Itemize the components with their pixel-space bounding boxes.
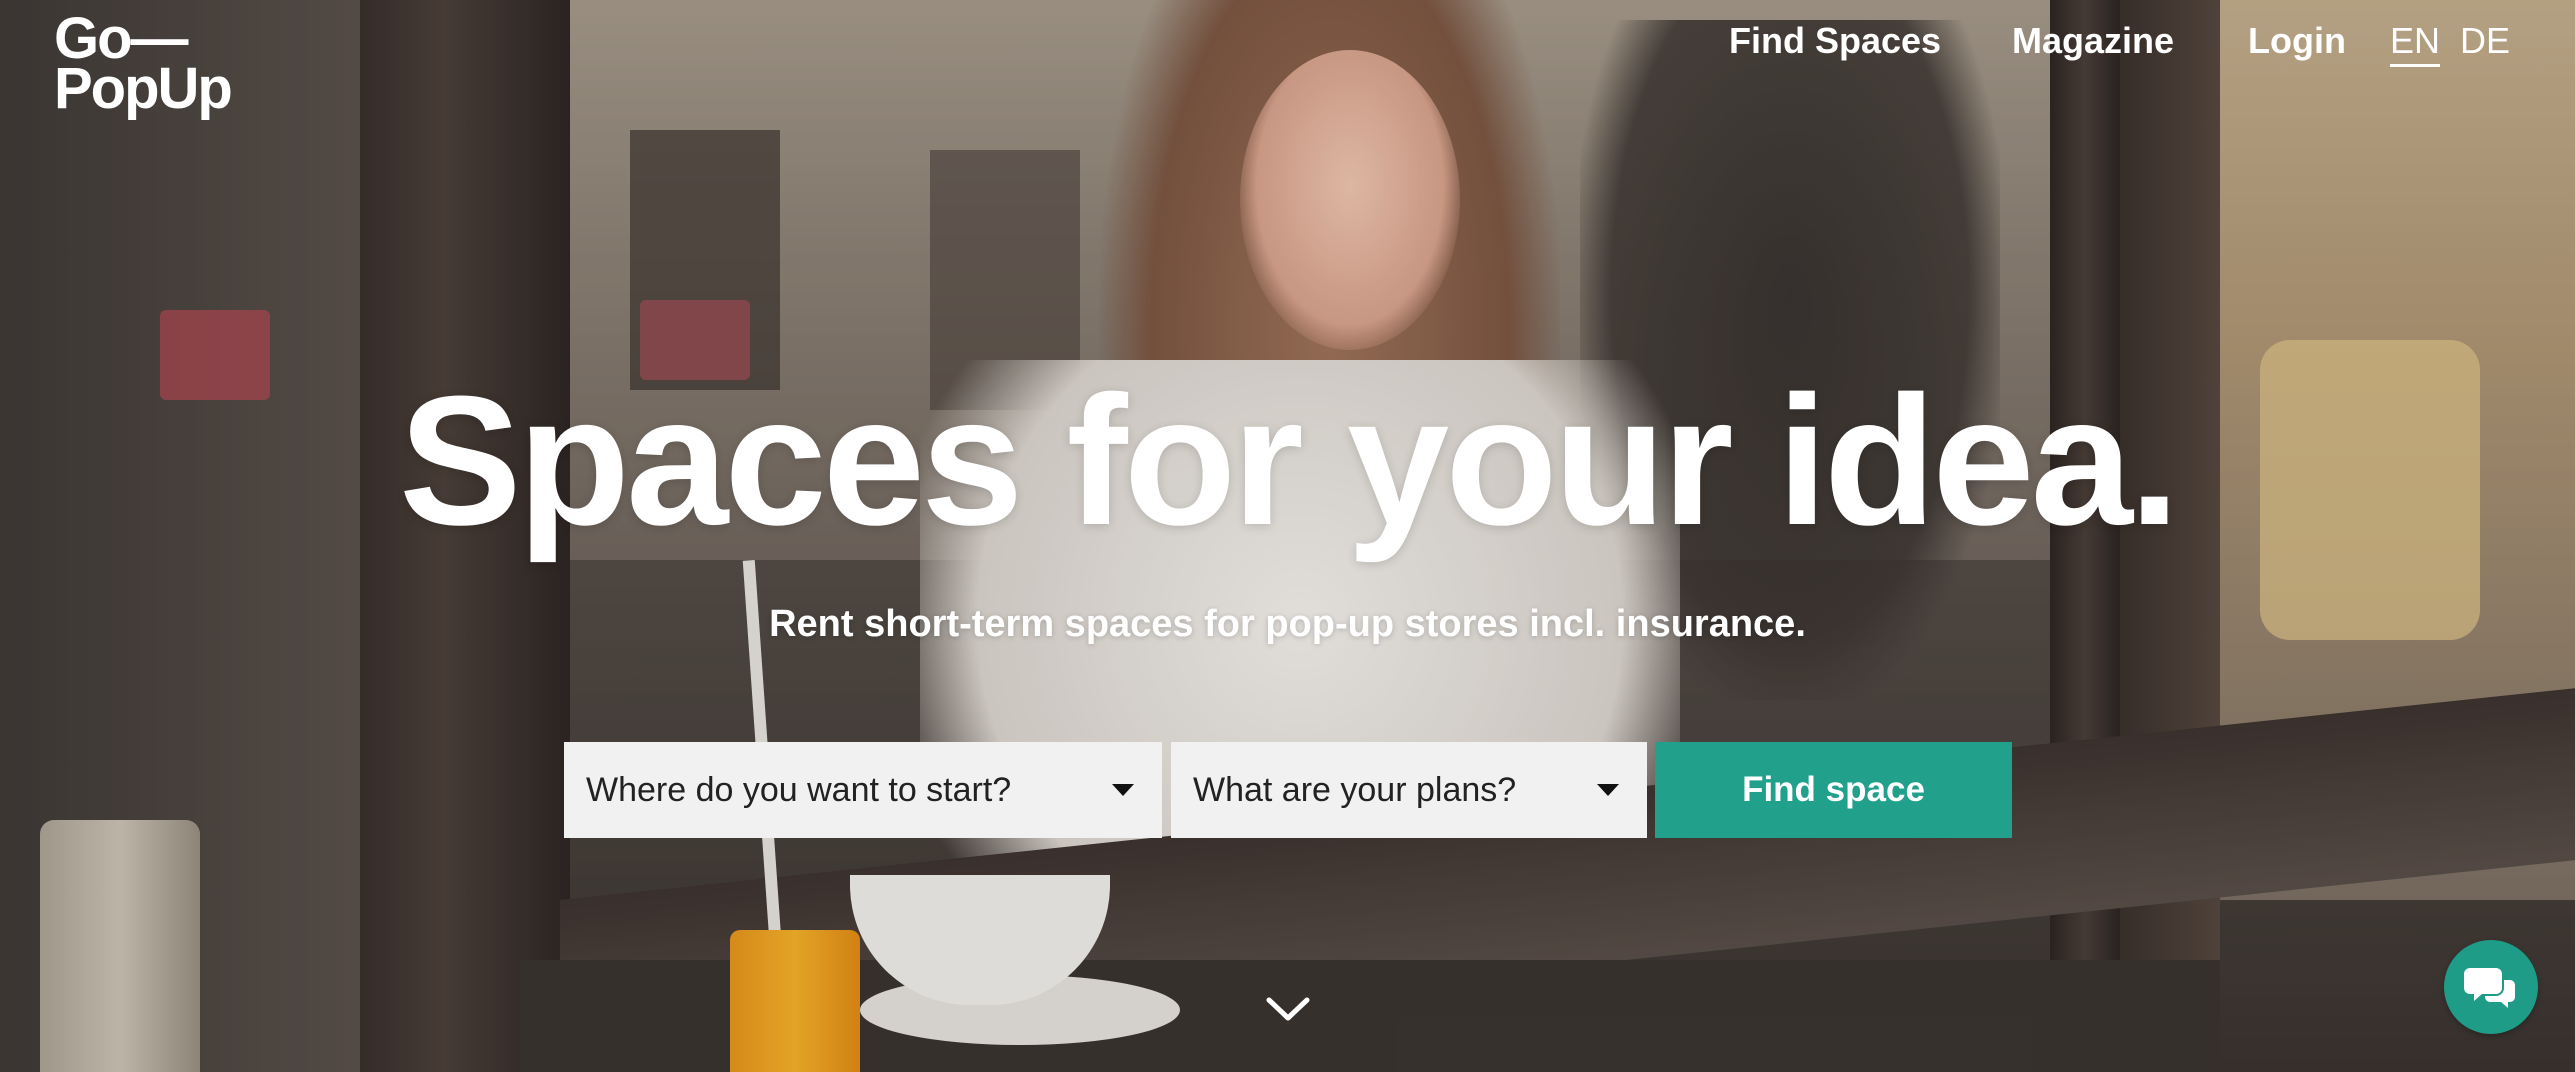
plans-select-label: What are your plans?	[1193, 771, 1517, 809]
plans-select[interactable]: What are your plans?	[1171, 742, 1647, 838]
chat-button[interactable]	[2444, 940, 2538, 1034]
chevron-down-icon[interactable]	[1265, 994, 1311, 1024]
language-en[interactable]: EN	[2390, 20, 2441, 67]
gopopup-logo[interactable]: Go— PopUp	[54, 10, 233, 121]
nav-magazine[interactable]: Magazine	[2012, 20, 2174, 62]
nav-find-spaces[interactable]: Find Spaces	[1729, 20, 1941, 62]
hero-headline: Spaces for your idea.	[398, 357, 2180, 563]
location-select-label: Where do you want to start?	[586, 771, 1012, 809]
find-space-button[interactable]: Find space	[1655, 742, 2012, 838]
chat-bubbles-icon	[2464, 968, 2515, 1008]
location-select[interactable]: Where do you want to start?	[564, 742, 1162, 838]
caret-down-icon	[1112, 784, 1134, 796]
logo-line-2: PopUp	[54, 56, 233, 121]
nav-login[interactable]: Login	[2248, 20, 2346, 62]
language-de[interactable]: DE	[2460, 20, 2510, 62]
hero-subheadline: Rent short-term spaces for pop-up stores…	[769, 603, 1806, 645]
caret-down-icon	[1597, 784, 1619, 796]
